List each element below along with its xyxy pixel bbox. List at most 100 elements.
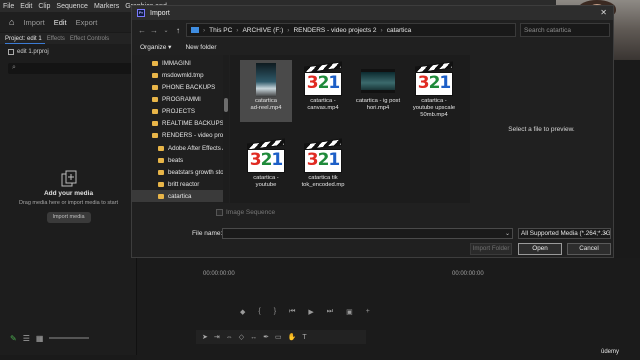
- home-icon[interactable]: ⌂: [9, 17, 14, 27]
- panel-tab[interactable]: Effects: [47, 36, 65, 42]
- file-type-select[interactable]: All Supported Media (*.264;*.3G ⌄: [518, 228, 611, 239]
- slip-icon[interactable]: ↔: [250, 334, 257, 341]
- file-thumbnail: 321: [303, 138, 343, 174]
- file-name: catartica ad-reel.mp4: [240, 98, 292, 112]
- nav-folder-item[interactable]: PHONE BACKUPS: [132, 81, 229, 93]
- organize-button[interactable]: Organize ▾: [140, 43, 171, 51]
- timecode-left: 00:00:00:00: [203, 271, 235, 277]
- nav-folder-item[interactable]: RENDERS - video proj: [132, 129, 229, 141]
- tools-panel: ➤ ⇥ ⇔ ◇ ↔ ✒ ▭ ✋ T: [196, 330, 366, 344]
- ripple-edit-icon[interactable]: ⇔: [226, 334, 233, 341]
- marker-icon[interactable]: ◆: [240, 308, 245, 316]
- nav-folder-item[interactable]: beatstars growth stor: [132, 166, 229, 178]
- project-search-input[interactable]: ⌕: [8, 63, 132, 74]
- nav-folder-item[interactable]: IMMAGINI: [132, 57, 229, 69]
- close-icon[interactable]: ✕: [600, 8, 607, 17]
- nav-folder-item[interactable]: PROJECTS: [132, 105, 229, 117]
- step-forward-icon[interactable]: ⏭: [327, 308, 333, 316]
- panel-tab[interactable]: Effect Controls: [70, 36, 109, 42]
- out-point-icon[interactable]: }: [274, 308, 276, 316]
- camera-icon[interactable]: ▣: [346, 308, 353, 316]
- file-thumbnail: [246, 63, 286, 97]
- add-icon[interactable]: +: [366, 308, 370, 316]
- import-folder-button[interactable]: Import Folder: [470, 243, 512, 255]
- file-name-line: 50mb.mp4: [420, 112, 448, 119]
- chevron-down-icon[interactable]: ⌄: [505, 230, 510, 237]
- nav-folder-item[interactable]: britt reactor: [132, 178, 229, 190]
- file-item[interactable]: 321 catartica tik tok_encoded.mp: [297, 137, 349, 199]
- file-item[interactable]: 321 catartica - youtube: [240, 137, 292, 199]
- vlc-digits: 321: [248, 148, 284, 172]
- workspace-tab[interactable]: Edit: [54, 18, 67, 27]
- file-item[interactable]: 321 catartica - youtube upscale 50mb.mp4: [408, 60, 460, 122]
- breadcrumb-item[interactable]: catartica: [387, 27, 412, 34]
- import-media-title: Add your media: [43, 190, 94, 197]
- vlc-digit: 2: [428, 73, 441, 93]
- in-point-icon[interactable]: {: [258, 308, 260, 316]
- nav-folder-item[interactable]: catartica: [132, 190, 229, 202]
- nav-folder-item[interactable]: PROGRAMMI: [132, 93, 229, 105]
- forward-arrow-icon[interactable]: →: [148, 26, 160, 35]
- selection-tool-icon[interactable]: ➤: [202, 333, 208, 341]
- back-arrow-icon[interactable]: ←: [136, 26, 148, 35]
- image-sequence-checkbox[interactable]: [216, 209, 223, 216]
- nav-folder-item[interactable]: Adobe After Effects A: [132, 142, 229, 154]
- zoom-slider[interactable]: [49, 337, 90, 339]
- workspace-tab[interactable]: Import: [23, 18, 44, 27]
- track-select-icon[interactable]: ⇥: [214, 333, 220, 341]
- command-bar: Organize ▾ New folder: [132, 40, 613, 54]
- file-name-line: ad-reel.mp4: [250, 105, 282, 112]
- import-media-button[interactable]: Import media: [46, 212, 91, 223]
- nav-scrollbar-thumb[interactable]: [224, 98, 228, 112]
- project-file-row[interactable]: edit 1.prproj: [8, 49, 49, 55]
- file-item[interactable]: 321 catartica - canvas.mp4: [297, 60, 349, 122]
- vlc-file-icon: 321: [246, 138, 286, 174]
- step-back-icon[interactable]: ⏮: [289, 308, 295, 316]
- dialog-search-input[interactable]: Search catartica: [520, 23, 610, 37]
- panel-tab[interactable]: Project: edit 1: [5, 36, 42, 42]
- nav-scrollbar[interactable]: [223, 55, 229, 203]
- menu-item[interactable]: Sequence: [53, 3, 91, 10]
- list-view-icon[interactable]: ☰: [23, 334, 30, 343]
- menu-item[interactable]: Edit: [17, 3, 35, 10]
- breadcrumb[interactable]: › This PC › ARCHIVE (F:) › RENDERS - vid…: [186, 23, 516, 37]
- dialog-title: Import: [150, 9, 170, 17]
- file-thumbnail: 321: [303, 61, 343, 97]
- navigation-pane: IMMAGINI msdowmld.tmp PHONE BACKUPS PROGRAM…: [132, 55, 229, 203]
- nav-folder-item[interactable]: beats: [132, 154, 229, 166]
- folder-icon: [158, 145, 164, 151]
- timecode-right: 00:00:00:00: [452, 271, 484, 277]
- file-name-input[interactable]: ⌄: [222, 228, 513, 239]
- type-tool-icon[interactable]: T: [302, 334, 306, 341]
- rectangle-icon[interactable]: ▭: [275, 333, 282, 341]
- menu-item[interactable]: Clip: [35, 3, 53, 10]
- recent-chevron-icon[interactable]: ⌄: [160, 27, 172, 34]
- workspace-tab[interactable]: Export: [76, 18, 98, 27]
- play-icon[interactable]: ▶: [308, 308, 313, 316]
- breadcrumb-item[interactable]: ARCHIVE (F:): [242, 27, 283, 34]
- file-name-line: catartica - ig post: [355, 98, 401, 104]
- file-item[interactable]: catartica - ig post hori.mp4: [352, 60, 404, 122]
- folder-icon: [152, 84, 158, 90]
- import-media-subtitle: Drag media here or import media to start: [18, 200, 119, 206]
- razor-icon[interactable]: ◇: [239, 333, 244, 341]
- nav-folder-item[interactable]: REALTIME BACKUPS - c: [132, 117, 229, 129]
- file-item[interactable]: catartica ad-reel.mp4: [240, 60, 292, 122]
- nav-folder-label: REALTIME BACKUPS - c: [162, 119, 229, 127]
- menu-item[interactable]: Markers: [91, 3, 122, 10]
- nav-folder-label: britt reactor: [168, 180, 200, 188]
- hand-icon[interactable]: ✋: [288, 333, 297, 341]
- breadcrumb-item[interactable]: This PC: [209, 27, 232, 34]
- import-dialog: Pr Import ✕ ← → ⌄ ↑ › This PC › ARCHIVE …: [131, 5, 614, 258]
- open-button[interactable]: Open: [518, 243, 562, 255]
- breadcrumb-item[interactable]: RENDERS - video projects 2: [293, 27, 376, 34]
- pencil-icon[interactable]: ✎: [10, 334, 17, 343]
- up-arrow-icon[interactable]: ↑: [172, 26, 184, 35]
- image-sequence-option[interactable]: Image Sequence: [216, 209, 275, 216]
- grid-view-icon[interactable]: ▦: [36, 334, 44, 343]
- pen-icon[interactable]: ✒: [263, 333, 269, 341]
- nav-folder-item[interactable]: msdowmld.tmp: [132, 69, 229, 81]
- new-folder-button[interactable]: New folder: [185, 44, 216, 51]
- menu-item[interactable]: File: [0, 3, 17, 10]
- cancel-button[interactable]: Cancel: [567, 243, 611, 255]
